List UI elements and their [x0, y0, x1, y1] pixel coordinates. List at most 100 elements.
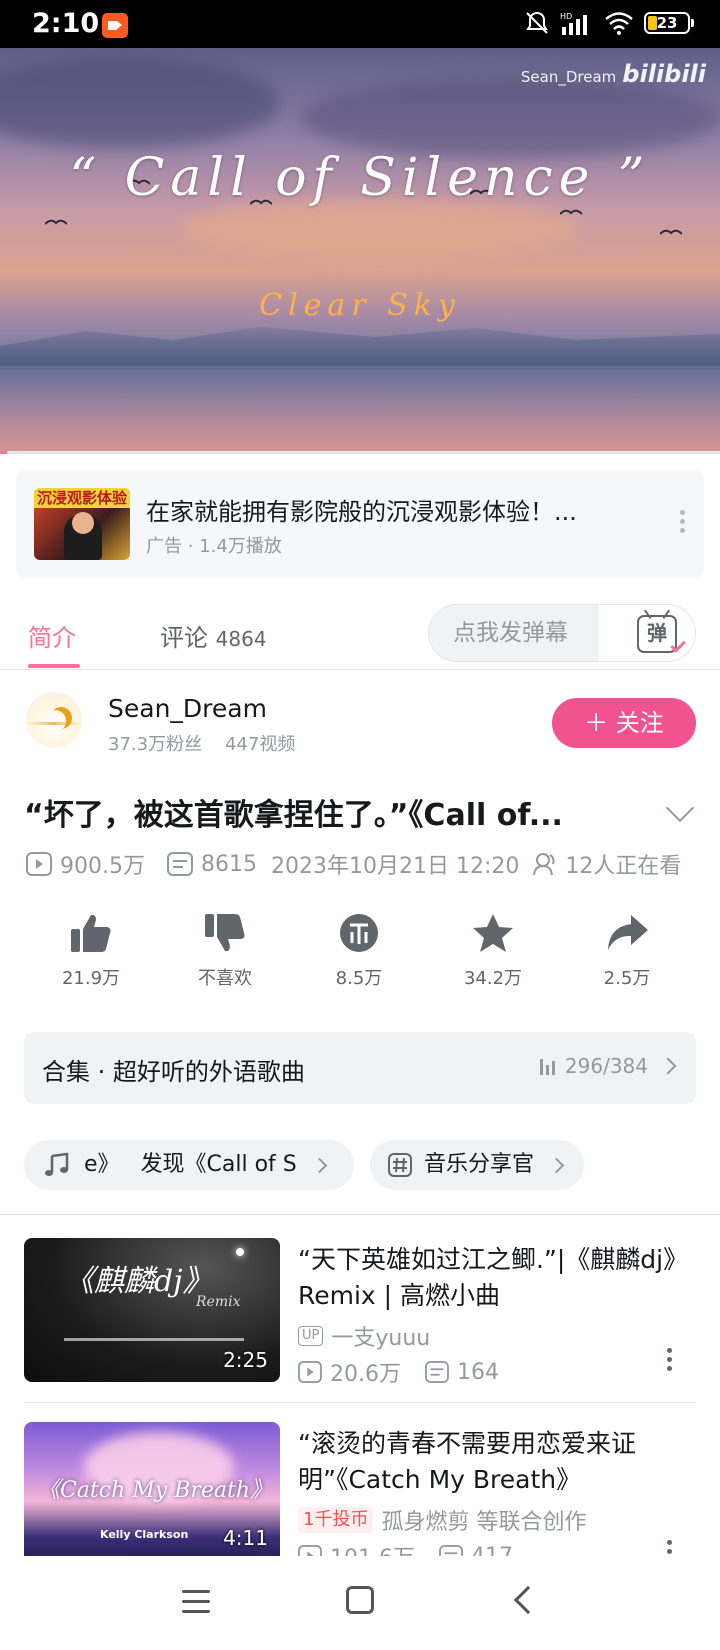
video-subtitle-overlay: Clear Sky — [259, 288, 461, 323]
favorite-button[interactable]: 34.2万 — [438, 912, 548, 990]
video-title: “坏了，被这首歌拿捏住了。”《Call of... — [24, 798, 563, 833]
danmaku-button-label: 弹 — [647, 621, 667, 645]
watermark-user: Sean_Dream — [520, 68, 617, 86]
dislike-button[interactable]: 不喜欢 — [170, 912, 280, 990]
more-options-icon[interactable] — [678, 510, 686, 538]
related-danmaku: 417 — [470, 1543, 513, 1557]
view-count: 900.5万 — [60, 854, 145, 879]
wifi-icon — [605, 12, 633, 35]
topic-chip-label: 音乐分享官 — [424, 1152, 535, 1177]
thumb-title: 《Catch My Breath》 — [37, 1478, 273, 1503]
collection-title: 合集 · 超好听的外语歌曲 — [42, 1058, 305, 1086]
thumb-title: 《麒麟dj》 — [64, 1264, 213, 1299]
related-thumbnail: 《麒麟dj》 Remix 2:25 — [24, 1238, 280, 1382]
music-chip-label: e》 发现《Call of S — [84, 1152, 297, 1177]
chevron-down-icon[interactable] — [665, 793, 695, 823]
related-title: “滚烫的青春不需要用恋爱来证明”《Catch My Breath》 — [298, 1429, 636, 1494]
chevron-right-icon — [311, 1157, 328, 1174]
play-count-icon — [298, 1361, 322, 1383]
chevron-right-icon — [659, 1057, 677, 1075]
chevron-right-icon — [548, 1157, 565, 1174]
more-options-icon[interactable] — [667, 1540, 672, 1556]
video-title-overlay: “ Call of Silence ” — [69, 148, 651, 208]
danmaku-count-icon — [439, 1545, 463, 1556]
bilibili-watermark: Sean_Dream bilibili — [521, 60, 706, 88]
danmaku-count: 8615 — [200, 851, 257, 877]
related-danmaku: 164 — [457, 1359, 499, 1385]
ad-meta: 广告 · 1.4万播放 — [146, 536, 282, 557]
related-thumbnail: 《Catch My Breath》 Kelly Clarkson 4:11 — [24, 1422, 280, 1556]
video-player[interactable]: Sean_Dream bilibili “ Call of Silence ” … — [0, 48, 720, 453]
related-uploader: UP 一支yuuu — [298, 1320, 430, 1352]
related-uploader-name: 孤身燃剪 等联合创作 — [381, 1510, 587, 1535]
watching-count: 12人正在看 — [565, 854, 682, 879]
related-video[interactable]: 《Catch My Breath》 Kelly Clarkson 4:11 “滚… — [24, 1422, 696, 1556]
ad-card[interactable]: 沉浸观影体验 在家就能拥有影院般的沉浸观影体验！... 广告 · 1.4万播放 — [16, 470, 704, 578]
related-stats: 101.6万 417 — [298, 1540, 513, 1556]
music-note-icon — [45, 1152, 69, 1176]
status-icons: HD 23 — [524, 10, 694, 36]
collection-count: 296/384 — [564, 1054, 648, 1078]
action-bar: 21.9万 不喜欢 8.5万 34.2万 2.5万 — [0, 912, 720, 1002]
mute-icon — [526, 11, 548, 34]
video-duration: 2:25 — [223, 1348, 268, 1372]
related-uploader: 1千投币 孤身燃剪 等联合创作 — [298, 1504, 586, 1536]
coin-button[interactable]: 8.5万 — [304, 912, 414, 990]
svg-text:HD: HD — [560, 12, 572, 21]
tab-comments[interactable]: 评论 4864 — [160, 618, 267, 653]
battery-level: 23 — [656, 14, 678, 32]
system-nav-bar — [0, 1556, 720, 1650]
video-meta-row: 900.5万 8615 2023年10月21日 12:20 12人正在看 — [26, 848, 681, 880]
more-options-icon[interactable] — [667, 1348, 672, 1375]
bilibili-logo: bilibili — [622, 60, 706, 88]
collection-card[interactable]: 合集 · 超好听的外语歌曲 296/384 — [24, 1032, 696, 1104]
thumb-subtitle: Remix — [196, 1294, 241, 1310]
danmaku-input[interactable]: 点我发弹幕 — [429, 605, 599, 661]
back-icon[interactable] — [513, 1585, 543, 1615]
play-count-icon — [298, 1545, 322, 1556]
follow-button[interactable]: ＋ 关注 — [552, 698, 696, 748]
home-icon[interactable] — [346, 1586, 374, 1614]
related-views: 20.6万 — [330, 1362, 401, 1387]
menu-icon[interactable] — [182, 1590, 210, 1620]
related-stats: 20.6万 164 — [298, 1356, 499, 1388]
music-chip[interactable]: e》 发现《Call of S — [24, 1140, 354, 1190]
publish-date: 2023年10月21日 12:20 — [270, 854, 520, 879]
related-views: 101.6万 — [330, 1540, 415, 1556]
coin-badge: 1千投币 — [298, 1507, 374, 1533]
thumb-subtitle: Kelly Clarkson — [100, 1528, 189, 1541]
ad-thumbnail: 沉浸观影体验 — [34, 488, 130, 560]
dislike-label: 不喜欢 — [198, 968, 252, 989]
uploader-stats: 37.3万粉丝 447视频 — [108, 734, 296, 755]
thumbs-up-icon — [71, 914, 111, 952]
play-count-icon — [26, 852, 52, 876]
video-duration: 4:11 — [223, 1526, 268, 1550]
share-icon — [608, 915, 648, 950]
up-badge: UP — [298, 1326, 324, 1346]
uploader-name[interactable]: Sean_Dream — [108, 694, 267, 723]
topic-chip[interactable]: 音乐分享官 — [370, 1140, 584, 1190]
tab-bar: 简介 评论 4864 点我发弹幕 弹 — [0, 594, 720, 670]
collection-progress: 296/384 — [539, 1054, 677, 1078]
hashtag-icon — [388, 1153, 412, 1177]
battery-icon: 23 — [644, 12, 694, 34]
signal-icon: HD — [560, 12, 587, 35]
tab-active-indicator — [28, 664, 80, 668]
ad-thumb-text: 沉浸观影体验 — [34, 488, 130, 508]
avatar[interactable] — [26, 692, 82, 748]
danmaku-count-icon — [166, 852, 193, 876]
tab-intro[interactable]: 简介 — [28, 618, 76, 653]
like-button[interactable]: 21.9万 — [36, 912, 146, 990]
share-button[interactable]: 2.5万 — [572, 912, 682, 990]
ad-title: 在家就能拥有影院般的沉浸观影体验！... — [146, 498, 577, 526]
screen-record-icon — [102, 13, 128, 38]
video-progress-bar[interactable] — [0, 451, 720, 454]
related-video[interactable]: 《麒麟dj》 Remix 2:25 “天下英雄如过江之鲫.”|《麒麟dj》Rem… — [24, 1238, 696, 1387]
list-divider — [24, 1402, 696, 1403]
tab-comments-count: 4864 — [215, 627, 267, 651]
status-bar: 2:10 HD 23 — [0, 0, 720, 48]
playing-bars-icon — [539, 1057, 555, 1075]
favorite-count: 34.2万 — [463, 968, 523, 989]
danmaku-count-icon — [425, 1361, 449, 1383]
coin-count: 8.5万 — [335, 968, 383, 989]
